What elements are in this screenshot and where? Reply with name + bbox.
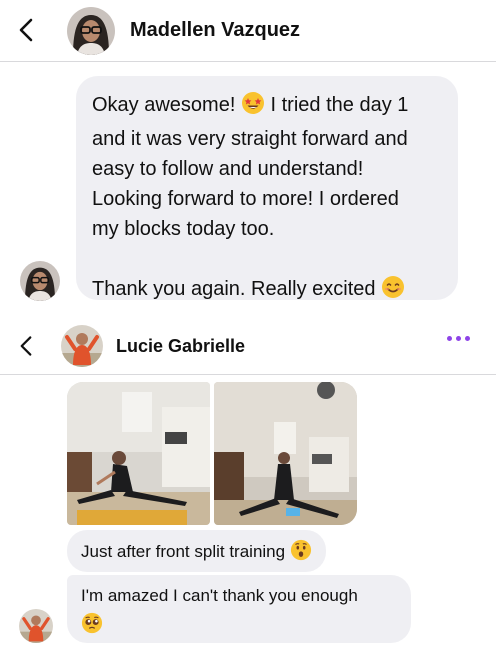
back-button[interactable] bbox=[14, 334, 38, 358]
chevron-left-icon bbox=[19, 18, 33, 42]
message-text: my blocks today too. bbox=[92, 218, 275, 240]
avatar[interactable] bbox=[20, 261, 60, 301]
message-bubble[interactable]: Just after front split training bbox=[67, 530, 326, 572]
message-bubble[interactable]: I'm amazed I can't thank you enough bbox=[67, 575, 411, 643]
message-text: Just after front split training bbox=[81, 542, 290, 561]
chevron-left-icon bbox=[20, 336, 32, 356]
pleading-emoji bbox=[81, 612, 103, 641]
message-text: Looking forward to more! I ordered bbox=[92, 188, 399, 210]
message-text: and it was very straight forward and bbox=[92, 128, 408, 150]
chat-header-lucie: Lucie Gabrielle bbox=[0, 318, 496, 375]
back-button[interactable] bbox=[14, 18, 38, 42]
message-text: Thank you again. Really excited bbox=[92, 278, 382, 300]
star-struck-emoji bbox=[241, 91, 265, 124]
avatar[interactable] bbox=[61, 325, 103, 367]
contact-name[interactable]: Madellen Vazquez bbox=[130, 19, 300, 42]
message-text: easy to follow and understand! bbox=[92, 158, 364, 180]
avatar[interactable] bbox=[67, 7, 115, 55]
more-dots-icon[interactable] bbox=[447, 336, 470, 341]
message-bubble[interactable]: Okay awesome! I tried the day 1 and it w… bbox=[76, 76, 458, 300]
chat-header-madellen: Madellen Vazquez bbox=[0, 0, 496, 62]
message-text: I tried the day 1 bbox=[270, 94, 409, 116]
message-text: I'm amazed I can't thank you enough bbox=[81, 586, 358, 605]
avatar[interactable] bbox=[19, 609, 53, 643]
contact-name[interactable]: Lucie Gabrielle bbox=[116, 336, 245, 357]
hushed-emoji bbox=[290, 539, 312, 568]
photo-front-split-1[interactable] bbox=[67, 382, 210, 525]
photo-front-split-2[interactable] bbox=[214, 382, 357, 525]
message-text: Okay awesome! bbox=[92, 94, 241, 116]
smiling-emoji bbox=[381, 275, 405, 308]
